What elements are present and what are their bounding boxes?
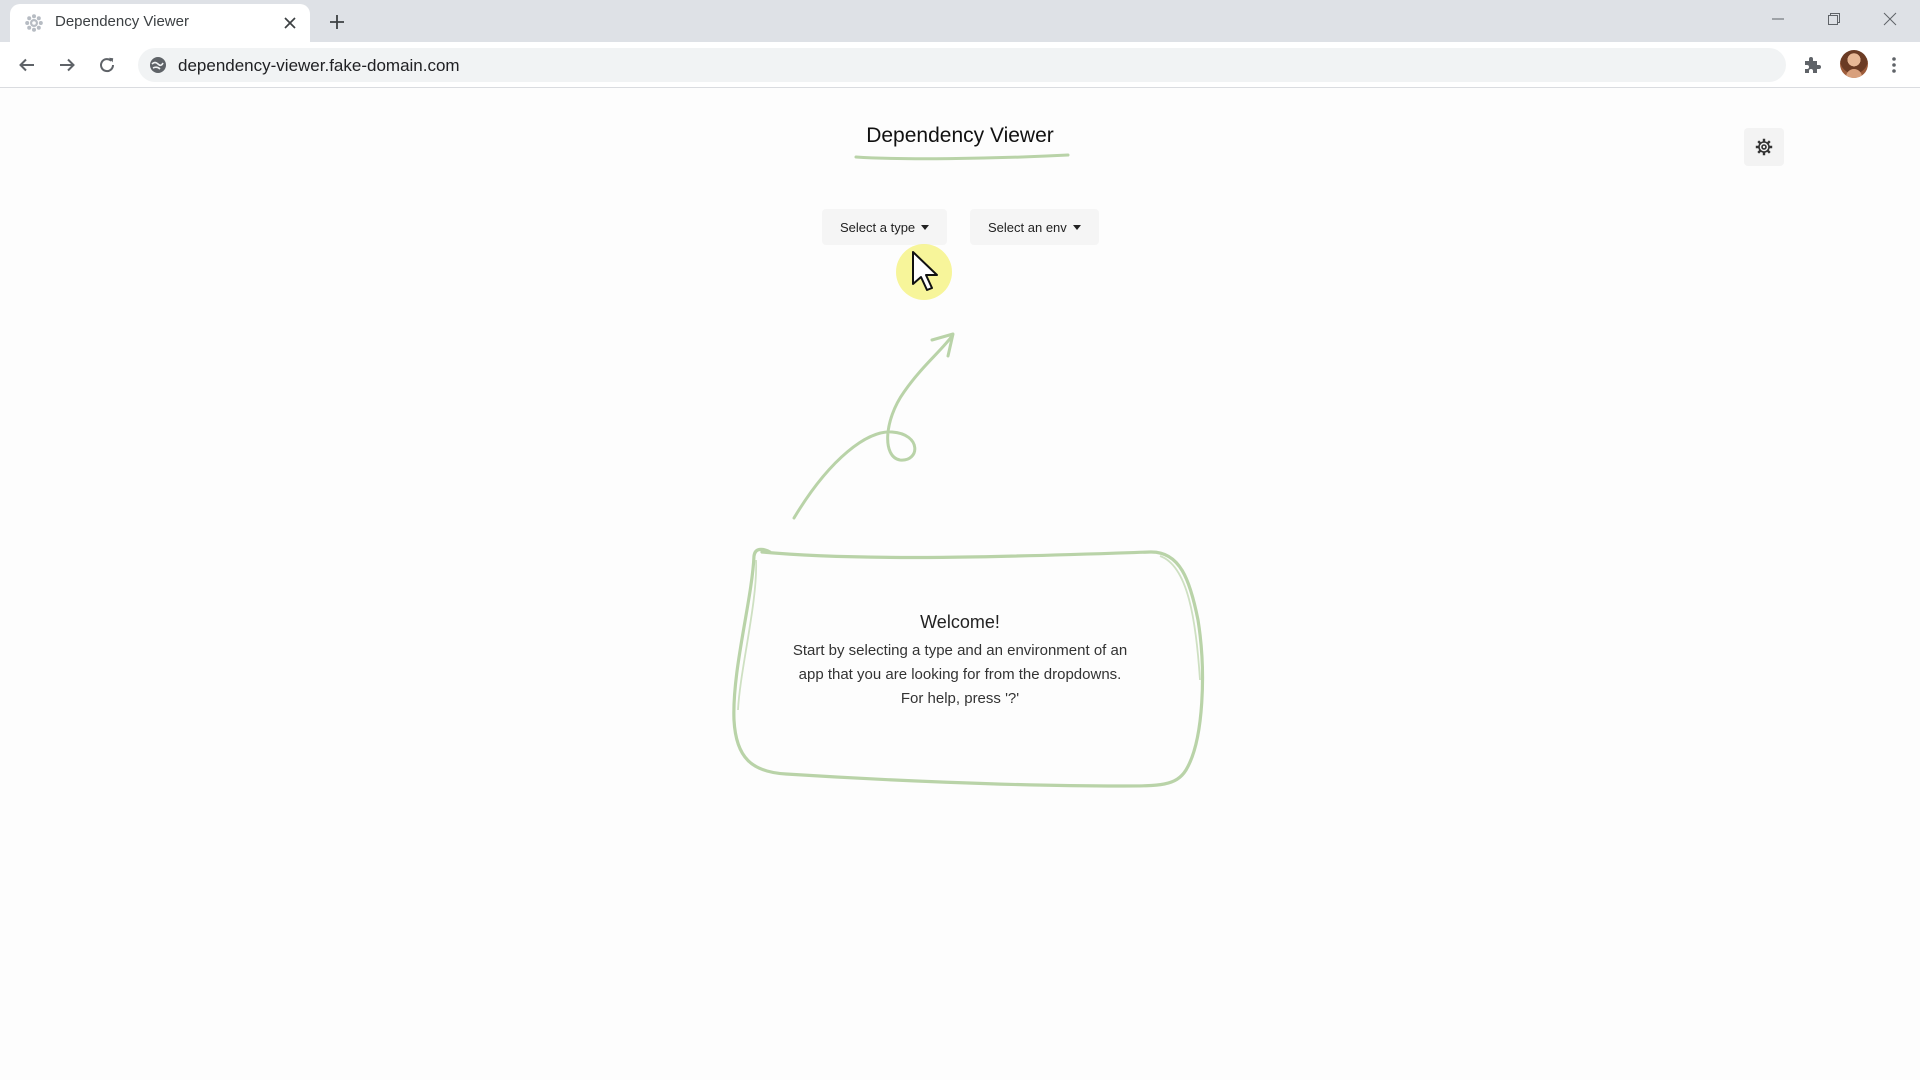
reload-button[interactable] bbox=[92, 50, 122, 80]
restore-button[interactable] bbox=[1814, 6, 1854, 32]
env-dropdown[interactable]: Select an env bbox=[970, 209, 1099, 245]
minimize-button[interactable] bbox=[1758, 6, 1798, 32]
mouse-pointer-icon bbox=[912, 251, 938, 291]
minimize-icon bbox=[1772, 18, 1784, 20]
back-button[interactable] bbox=[12, 50, 42, 80]
browser-menu-button[interactable] bbox=[1879, 50, 1909, 80]
close-icon bbox=[284, 17, 296, 29]
address-bar[interactable]: dependency-viewer.fake-domain.com bbox=[138, 48, 1786, 82]
restore-icon bbox=[1828, 13, 1840, 25]
welcome-line: Start by selecting a type and an environ… bbox=[792, 642, 1128, 659]
extensions-button[interactable] bbox=[1797, 50, 1827, 80]
type-dropdown[interactable]: Select a type bbox=[822, 209, 948, 245]
title-underline bbox=[854, 153, 1070, 161]
type-dropdown-label: Select a type bbox=[840, 219, 916, 235]
page-title: Dependency Viewer bbox=[866, 124, 1054, 147]
url-text: dependency-viewer.fake-domain.com bbox=[178, 56, 460, 75]
site-info-icon bbox=[150, 57, 166, 73]
gear-favicon-icon bbox=[25, 14, 43, 32]
arrow-left-icon bbox=[19, 58, 34, 72]
tab-title: Dependency Viewer bbox=[55, 13, 189, 30]
welcome-message: Welcome! Start by selecting a type and a… bbox=[760, 612, 1160, 711]
plus-icon bbox=[330, 15, 344, 29]
sketch-decoration bbox=[732, 153, 1205, 788]
browser-tabstrip: Dependency Viewer bbox=[0, 0, 1920, 42]
arrow-head bbox=[930, 332, 955, 358]
close-icon bbox=[1883, 12, 1897, 26]
browser-tab[interactable]: Dependency Viewer bbox=[10, 4, 310, 42]
close-tab-button[interactable] bbox=[280, 13, 300, 33]
forward-button[interactable] bbox=[52, 50, 82, 80]
gear-icon bbox=[1755, 138, 1773, 156]
caret-down-icon bbox=[1072, 225, 1081, 230]
welcome-line: For help, press '?' bbox=[900, 690, 1020, 707]
kebab-menu-icon bbox=[1892, 57, 1896, 73]
arrow-right-icon bbox=[60, 58, 75, 72]
env-dropdown-label: Select an env bbox=[988, 219, 1067, 235]
profile-avatar[interactable] bbox=[1840, 50, 1868, 78]
reload-icon bbox=[100, 57, 115, 73]
welcome-line: app that you are looking for from the dr… bbox=[798, 666, 1122, 683]
welcome-title: Welcome! bbox=[920, 612, 1000, 632]
settings-button[interactable] bbox=[1744, 128, 1784, 166]
close-window-button[interactable] bbox=[1870, 6, 1910, 32]
caret-down-icon bbox=[921, 225, 930, 230]
browser-toolbar: dependency-viewer.fake-domain.com bbox=[0, 42, 1920, 88]
puzzle-icon bbox=[1805, 57, 1821, 73]
curly-arrow bbox=[792, 334, 954, 520]
welcome-body: Start by selecting a type and an environ… bbox=[760, 639, 1160, 711]
new-tab-button[interactable] bbox=[323, 10, 351, 34]
